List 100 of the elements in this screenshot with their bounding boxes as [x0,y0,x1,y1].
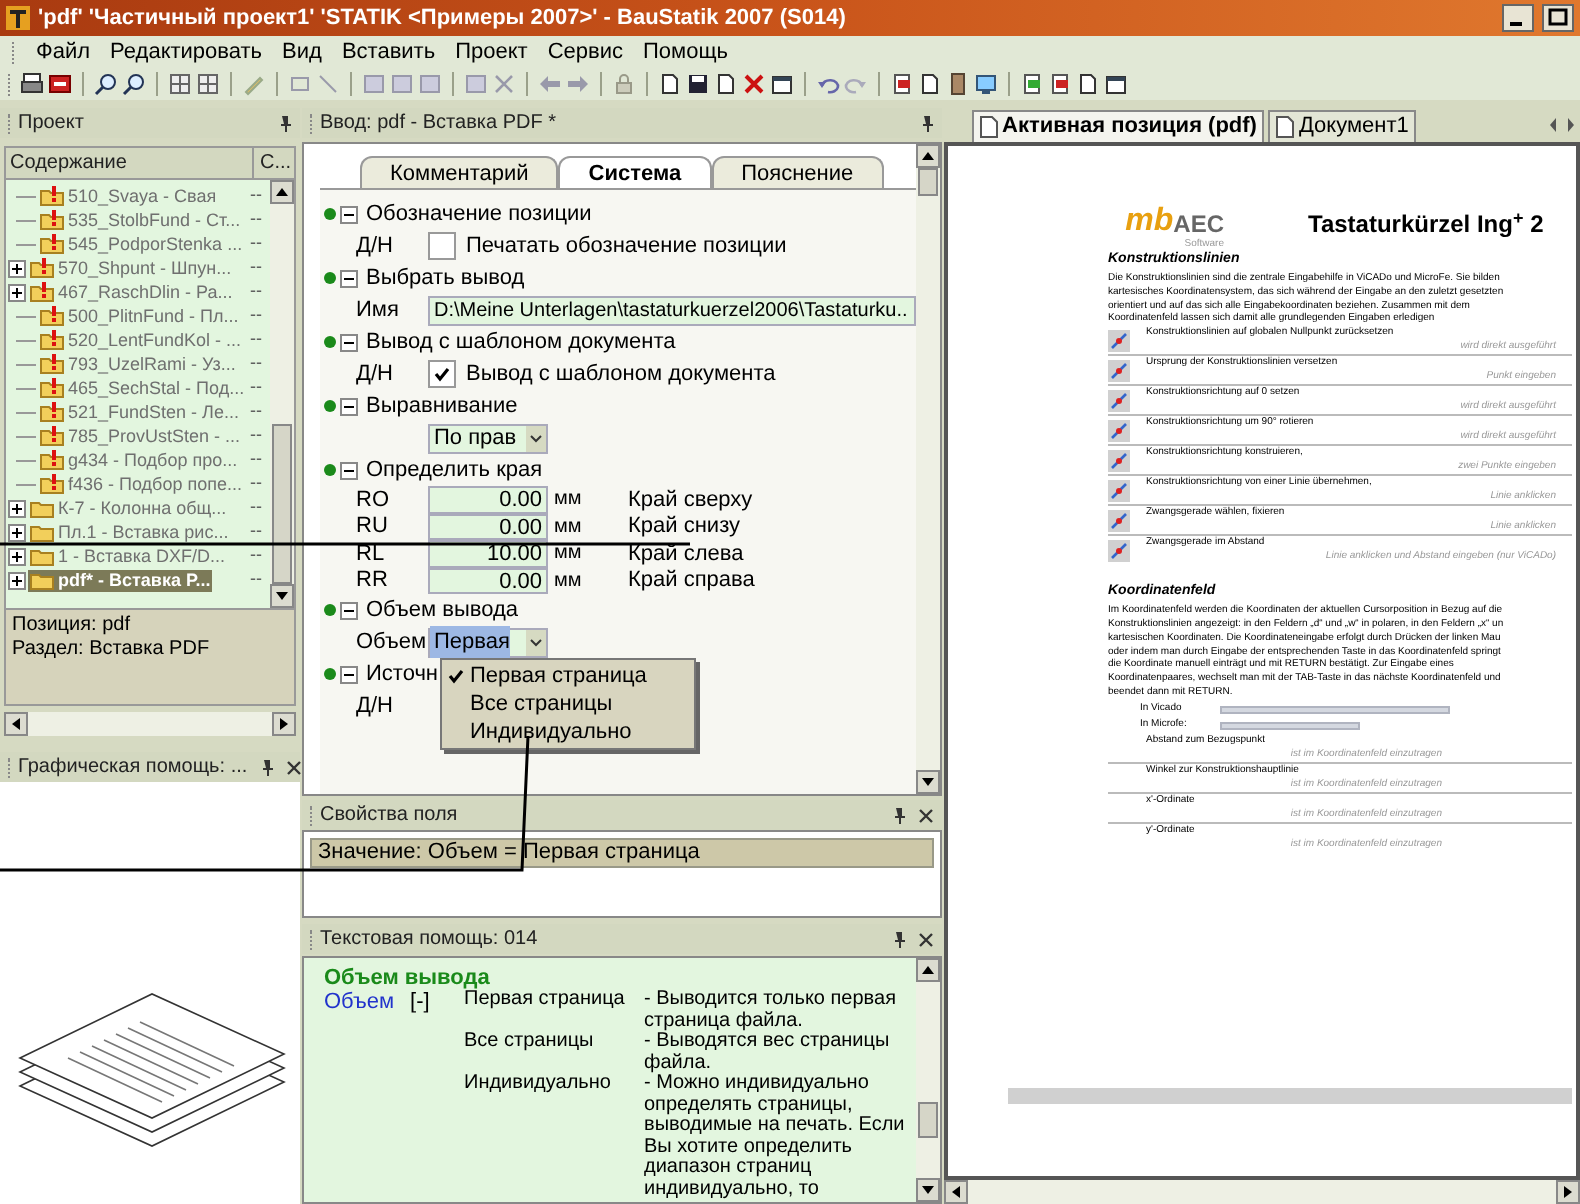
expand-icon[interactable] [8,571,26,589]
chevron-down-icon[interactable] [526,629,546,655]
scrollbar[interactable] [944,1180,1580,1204]
scroll-left-icon[interactable] [944,1180,968,1204]
tree-item[interactable]: 465_SechStal - Под... [38,377,247,399]
tab-scroll-icon[interactable] [1548,116,1576,134]
tree-item[interactable]: 520_LentFundKol - ... [38,329,244,351]
expand-icon[interactable] [8,283,26,301]
tree-item[interactable]: 510_Svaya - Свая [38,185,219,207]
tree-item[interactable]: pdf* - Вставка P... [28,569,213,591]
scroll-up-icon[interactable] [916,958,940,982]
menu-item[interactable]: Все страницы [442,690,694,718]
input-field[interactable]: 0.00 [428,513,548,540]
collapse-icon[interactable] [340,397,358,415]
pin-icon[interactable] [892,930,906,948]
tree-item[interactable]: 467_RaschDlin - Ра... [28,281,235,303]
input-field[interactable]: 10.00 [428,540,548,567]
collapse-icon[interactable] [340,461,358,479]
grid-icon[interactable] [196,72,220,96]
grid-icon[interactable] [168,72,192,96]
collapse-icon[interactable] [340,269,358,287]
column-header[interactable]: С... [254,148,294,178]
binder-icon[interactable] [946,72,970,96]
page-icon[interactable] [658,72,682,96]
section-title[interactable]: Выбрать вывод [366,261,525,295]
pin-icon[interactable] [920,114,934,132]
section-title[interactable]: Определить края [366,453,543,487]
document-icon[interactable] [1020,72,1044,96]
menu-item[interactable]: Сервис [547,35,623,69]
menu-item[interactable]: Проект [455,35,528,69]
floppy-icon[interactable] [686,72,710,96]
close-icon[interactable] [918,807,934,823]
scroll-down-icon[interactable] [916,770,940,794]
section-title[interactable]: Вывод с шаблоном документа [366,325,676,359]
menu-item[interactable]: Помощь [643,35,728,69]
scroll-down-icon[interactable] [270,584,294,608]
tree-item[interactable]: 535_StolbFund - Ст... [38,209,243,231]
window-icon[interactable] [770,72,794,96]
tree-item[interactable]: 500_PlitnFund - Пл... [38,305,241,327]
scrollbar[interactable] [4,712,296,736]
menu-item[interactable]: Первая страница [442,662,694,690]
scrollbar[interactable] [916,144,940,794]
tab[interactable]: Система [558,156,712,188]
expand-icon[interactable] [8,499,26,517]
close-icon[interactable] [285,759,302,775]
pdf-icon[interactable] [48,72,72,96]
checkbox[interactable] [428,232,456,260]
checkbox[interactable] [428,360,456,388]
page-icon[interactable] [714,72,738,96]
tab[interactable]: Документ1 [1268,110,1417,142]
menu-item[interactable]: Индивидуально [442,718,694,746]
printer-icon[interactable] [20,72,44,96]
tree-item[interactable]: 545_PodporStenka ... [38,233,245,255]
menu-item[interactable]: Редактировать [110,35,263,69]
close-icon[interactable] [918,931,934,947]
document-icon[interactable] [890,72,914,96]
scroll-up-icon[interactable] [916,144,940,168]
tab[interactable]: Активная позиция (pdf) [972,110,1265,142]
pin-icon[interactable] [892,806,906,824]
pin-icon[interactable] [278,114,292,132]
input-field[interactable]: D:\Meine Unterlagen\tastaturkuerzel2006\Tastaturku.. [428,295,916,325]
section-title[interactable]: Обозначение позиции [366,197,592,231]
chevron-down-icon[interactable] [526,425,546,451]
tab[interactable]: Комментарий [360,156,559,188]
menu-item[interactable]: Вставить [341,35,436,69]
scrollbar[interactable] [916,958,940,1202]
tree-item[interactable]: 521_FundSten - Ле... [38,401,241,423]
expand-icon[interactable] [8,547,26,565]
collapse-icon[interactable] [340,665,358,683]
tree-item[interactable]: 1 - Вставка DXF/D... [28,545,227,567]
page-icon[interactable] [918,72,942,96]
tree-item[interactable]: f436 - Подбор попе... [38,473,244,495]
tree-item[interactable]: Пл.1 - Вставка рис... [28,521,231,543]
help-link[interactable]: Объем [324,990,395,1014]
expand-icon[interactable] [8,259,26,277]
input-field[interactable]: 0.00 [428,567,548,594]
window-icon[interactable] [1104,72,1128,96]
section-title[interactable]: Выравнивание [366,389,518,423]
menu-item[interactable]: Файл [36,35,91,69]
magnifier-icon[interactable] [122,72,146,96]
tree-item[interactable]: К-7 - Колонна общ... [28,497,229,519]
tab[interactable]: Пояснение [711,156,884,188]
section-title[interactable]: Объем вывода [366,593,518,627]
page-icon[interactable] [1076,72,1100,96]
minimize-icon[interactable] [1502,4,1534,32]
tree-item[interactable]: 785_ProvUstSten - ... [38,425,243,447]
monitor-icon[interactable] [974,72,998,96]
magnifier-icon[interactable] [94,72,118,96]
scroll-down-icon[interactable] [916,1178,940,1202]
collapse-icon[interactable] [340,601,358,619]
section-title[interactable]: Источн [366,657,439,691]
dropdown[interactable]: Первая [428,627,548,657]
tree-item[interactable]: 570_Shpunt - Шпун... [28,257,234,279]
delete-icon[interactable] [742,72,766,96]
scrollbar[interactable] [270,180,294,608]
scroll-thumb[interactable] [918,168,938,196]
scroll-right-icon[interactable] [272,712,296,736]
scroll-thumb[interactable] [272,424,292,584]
pin-icon[interactable] [259,758,274,776]
scroll-thumb[interactable] [918,1102,938,1138]
